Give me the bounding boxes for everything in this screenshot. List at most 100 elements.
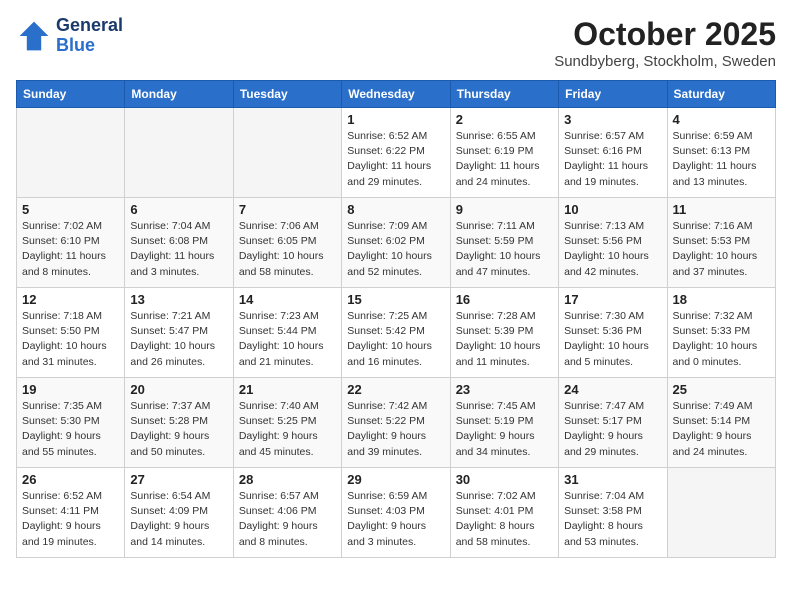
page-header: General Blue October 2025 Sundbyberg, St…: [16, 16, 776, 70]
day-info: Sunrise: 7:04 AM Sunset: 6:08 PM Dayligh…: [130, 219, 227, 280]
calendar-cell: 10 Sunrise: 7:13 AM Sunset: 5:56 PM Dayli…: [559, 198, 667, 288]
day-info: Sunrise: 7:45 AM Sunset: 5:19 PM Dayligh…: [456, 399, 553, 460]
day-number: 27: [130, 472, 227, 487]
day-number: 30: [456, 472, 553, 487]
day-info: Sunrise: 6:57 AM Sunset: 4:06 PM Dayligh…: [239, 489, 336, 550]
day-info: Sunrise: 7:25 AM Sunset: 5:42 PM Dayligh…: [347, 309, 444, 370]
calendar-cell: [667, 468, 775, 558]
day-number: 20: [130, 382, 227, 397]
calendar-cell: [17, 108, 125, 198]
calendar-cell: 17Sunrise: 7:30 AM Sunset: 5:36 PM Dayli…: [559, 288, 667, 378]
day-number: 25: [673, 382, 770, 397]
day-info: Sunrise: 7:32 AM Sunset: 5:33 PM Dayligh…: [673, 309, 770, 370]
calendar-cell: 29 Sunrise: 6:59 AM Sunset: 4:03 PM Dayli…: [342, 468, 450, 558]
calendar-cell: 27 Sunrise: 6:54 AM Sunset: 4:09 PM Dayli…: [125, 468, 233, 558]
day-info: Sunrise: 7:21 AM Sunset: 5:47 PM Dayligh…: [130, 309, 227, 370]
logo-text-blue: Blue: [56, 36, 123, 56]
weekday-header-saturday: Saturday: [667, 81, 775, 108]
day-number: 11: [673, 202, 770, 217]
day-info: Sunrise: 7:16 AM Sunset: 5:53 PM Dayligh…: [673, 219, 770, 280]
day-number: 8: [347, 202, 444, 217]
day-info: Sunrise: 7:28 AM Sunset: 5:39 PM Dayligh…: [456, 309, 553, 370]
calendar-week-3: 12 Sunrise: 7:18 AM Sunset: 5:50 PM Dayli…: [17, 288, 776, 378]
day-info: Sunrise: 7:49 AM Sunset: 5:14 PM Dayligh…: [673, 399, 770, 460]
day-number: 19: [22, 382, 119, 397]
day-info: Sunrise: 7:02 AM Sunset: 6:10 PM Dayligh…: [22, 219, 119, 280]
day-number: 2: [456, 112, 553, 127]
day-number: 28: [239, 472, 336, 487]
day-number: 3: [564, 112, 661, 127]
calendar-cell: 14 Sunrise: 7:23 AM Sunset: 5:44 PM Dayli…: [233, 288, 341, 378]
calendar-cell: 31 Sunrise: 7:04 AM Sunset: 3:58 PM Dayli…: [559, 468, 667, 558]
calendar-week-5: 26Sunrise: 6:52 AM Sunset: 4:11 PM Dayli…: [17, 468, 776, 558]
day-info: Sunrise: 7:18 AM Sunset: 5:50 PM Dayligh…: [22, 309, 119, 370]
calendar-cell: 24 Sunrise: 7:47 AM Sunset: 5:17 PM Dayli…: [559, 378, 667, 468]
day-number: 15: [347, 292, 444, 307]
calendar-cell: 15 Sunrise: 7:25 AM Sunset: 5:42 PM Dayli…: [342, 288, 450, 378]
calendar-week-2: 5Sunrise: 7:02 AM Sunset: 6:10 PM Daylig…: [17, 198, 776, 288]
calendar-cell: 7Sunrise: 7:06 AM Sunset: 6:05 PM Daylig…: [233, 198, 341, 288]
day-number: 23: [456, 382, 553, 397]
day-info: Sunrise: 7:23 AM Sunset: 5:44 PM Dayligh…: [239, 309, 336, 370]
day-info: Sunrise: 7:35 AM Sunset: 5:30 PM Dayligh…: [22, 399, 119, 460]
calendar-cell: 21 Sunrise: 7:40 AM Sunset: 5:25 PM Dayli…: [233, 378, 341, 468]
day-number: 13: [130, 292, 227, 307]
calendar-cell: 28 Sunrise: 6:57 AM Sunset: 4:06 PM Dayli…: [233, 468, 341, 558]
day-number: 21: [239, 382, 336, 397]
day-number: 1: [347, 112, 444, 127]
calendar-cell: 18 Sunrise: 7:32 AM Sunset: 5:33 PM Dayli…: [667, 288, 775, 378]
calendar-cell: 16Sunrise: 7:28 AM Sunset: 5:39 PM Dayli…: [450, 288, 558, 378]
weekday-header-tuesday: Tuesday: [233, 81, 341, 108]
day-info: Sunrise: 7:04 AM Sunset: 3:58 PM Dayligh…: [564, 489, 661, 550]
calendar-cell: 22Sunrise: 7:42 AM Sunset: 5:22 PM Dayli…: [342, 378, 450, 468]
day-info: Sunrise: 6:54 AM Sunset: 4:09 PM Dayligh…: [130, 489, 227, 550]
location-title: Sundbyberg, Stockholm, Sweden: [554, 53, 776, 70]
day-info: Sunrise: 7:37 AM Sunset: 5:28 PM Dayligh…: [130, 399, 227, 460]
day-info: Sunrise: 7:09 AM Sunset: 6:02 PM Dayligh…: [347, 219, 444, 280]
day-info: Sunrise: 7:40 AM Sunset: 5:25 PM Dayligh…: [239, 399, 336, 460]
day-info: Sunrise: 7:11 AM Sunset: 5:59 PM Dayligh…: [456, 219, 553, 280]
day-number: 26: [22, 472, 119, 487]
calendar-cell: 3Sunrise: 6:57 AM Sunset: 6:16 PM Daylig…: [559, 108, 667, 198]
logo-text-general: General: [56, 16, 123, 36]
calendar-cell: 11 Sunrise: 7:16 AM Sunset: 5:53 PM Dayli…: [667, 198, 775, 288]
day-number: 4: [673, 112, 770, 127]
calendar-cell: [125, 108, 233, 198]
calendar-week-4: 19 Sunrise: 7:35 AM Sunset: 5:30 PM Dayli…: [17, 378, 776, 468]
weekday-header-friday: Friday: [559, 81, 667, 108]
calendar-cell: 13 Sunrise: 7:21 AM Sunset: 5:47 PM Dayli…: [125, 288, 233, 378]
day-info: Sunrise: 7:47 AM Sunset: 5:17 PM Dayligh…: [564, 399, 661, 460]
day-number: 14: [239, 292, 336, 307]
day-info: Sunrise: 7:30 AM Sunset: 5:36 PM Dayligh…: [564, 309, 661, 370]
calendar-cell: 1Sunrise: 6:52 AM Sunset: 6:22 PM Daylig…: [342, 108, 450, 198]
logo: General Blue: [16, 16, 123, 56]
weekday-header-wednesday: Wednesday: [342, 81, 450, 108]
calendar-cell: 20 Sunrise: 7:37 AM Sunset: 5:28 PM Dayli…: [125, 378, 233, 468]
weekday-header-monday: Monday: [125, 81, 233, 108]
calendar-cell: 26Sunrise: 6:52 AM Sunset: 4:11 PM Dayli…: [17, 468, 125, 558]
title-area: October 2025 Sundbyberg, Stockholm, Swed…: [554, 16, 776, 70]
calendar-cell: 6 Sunrise: 7:04 AM Sunset: 6:08 PM Daylig…: [125, 198, 233, 288]
day-number: 12: [22, 292, 119, 307]
calendar-cell: 23 Sunrise: 7:45 AM Sunset: 5:19 PM Dayli…: [450, 378, 558, 468]
calendar-cell: 19 Sunrise: 7:35 AM Sunset: 5:30 PM Dayli…: [17, 378, 125, 468]
day-info: Sunrise: 7:13 AM Sunset: 5:56 PM Dayligh…: [564, 219, 661, 280]
day-number: 22: [347, 382, 444, 397]
day-number: 9: [456, 202, 553, 217]
day-number: 7: [239, 202, 336, 217]
day-number: 10: [564, 202, 661, 217]
calendar-table: SundayMondayTuesdayWednesdayThursdayFrid…: [16, 80, 776, 558]
calendar-week-1: 1Sunrise: 6:52 AM Sunset: 6:22 PM Daylig…: [17, 108, 776, 198]
day-number: 31: [564, 472, 661, 487]
day-info: Sunrise: 6:59 AM Sunset: 4:03 PM Dayligh…: [347, 489, 444, 550]
month-title: October 2025: [554, 16, 776, 53]
day-number: 6: [130, 202, 227, 217]
day-info: Sunrise: 7:02 AM Sunset: 4:01 PM Dayligh…: [456, 489, 553, 550]
day-number: 29: [347, 472, 444, 487]
day-number: 18: [673, 292, 770, 307]
calendar-cell: 9 Sunrise: 7:11 AM Sunset: 5:59 PM Daylig…: [450, 198, 558, 288]
day-number: 24: [564, 382, 661, 397]
day-info: Sunrise: 6:59 AM Sunset: 6:13 PM Dayligh…: [673, 129, 770, 190]
calendar-cell: 4 Sunrise: 6:59 AM Sunset: 6:13 PM Daylig…: [667, 108, 775, 198]
calendar-cell: 2Sunrise: 6:55 AM Sunset: 6:19 PM Daylig…: [450, 108, 558, 198]
